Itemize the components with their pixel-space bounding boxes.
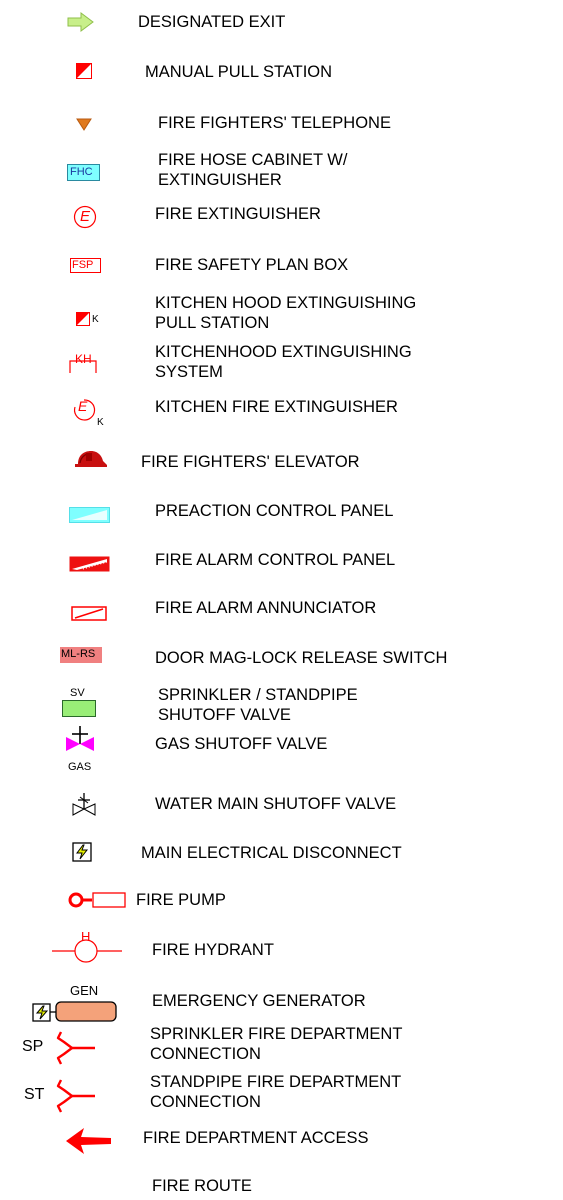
extinguisher-letter: E (80, 208, 91, 225)
label-door-maglock-switch: DOOR MAG-LOCK RELEASE SWITCH (155, 649, 448, 667)
label-kitchen-pull-line1: KITCHEN HOOD EXTINGUISHING (155, 294, 417, 312)
label-sprinkler-connection-line2: CONNECTION (150, 1045, 261, 1063)
alarm-control-panel-icon (69, 556, 110, 572)
label-gas-shutoff-valve: GAS SHUTOFF VALVE (155, 735, 328, 753)
firefighter-helmet-icon (74, 450, 108, 468)
kitchen-extinguisher-letter: E (78, 398, 88, 414)
safety-plan-text: FSP (72, 259, 94, 271)
fire-hydrant-icon: H (52, 929, 122, 963)
label-emergency-generator: EMERGENCY GENERATOR (152, 992, 366, 1010)
sprinkler-valve-text: SV (70, 687, 85, 699)
maglock-text: ML-RS (61, 648, 96, 660)
gas-valve-icon: GAS (60, 725, 100, 773)
preaction-panel-icon (69, 507, 110, 523)
kitchen-extinguisher-subscript: K (97, 417, 104, 428)
telephone-triangle-icon (76, 118, 92, 131)
hose-cabinet-icon: FHC (67, 164, 100, 181)
label-fire-alarm-annunciator: FIRE ALARM ANNUNCIATOR (155, 599, 377, 617)
generator-text: GEN (70, 983, 99, 998)
label-fire-pump: FIRE PUMP (136, 891, 226, 909)
access-arrow-icon (64, 1125, 112, 1157)
kitchen-extinguisher-icon: E K (72, 398, 104, 428)
label-fire-fighters-elevator: FIRE FIGHTERS' ELEVATOR (141, 453, 360, 471)
pull-station-icon (76, 63, 92, 79)
label-fire-department-access: FIRE DEPARTMENT ACCESS (143, 1129, 369, 1147)
label-hose-cabinet-line1: FIRE HOSE CABINET W/ (158, 151, 348, 169)
label-standpipe-connection-line2: CONNECTION (150, 1093, 261, 1111)
kitchen-hood-text: KH (75, 352, 92, 366)
kitchen-pull-subscript: K (92, 314, 99, 325)
label-kitchen-hood-line1: KITCHENHOOD EXTINGUISHING (155, 343, 412, 361)
label-kitchen-hood-line2: SYSTEM (155, 363, 223, 381)
label-hose-cabinet-line2: EXTINGUISHER (158, 171, 282, 189)
label-kitchen-fire-extinguisher: KITCHEN FIRE EXTINGUISHER (155, 398, 398, 416)
label-sprinkler-connection-line1: SPRINKLER FIRE DEPARTMENT (150, 1025, 403, 1043)
label-preaction-control-panel: PREACTION CONTROL PANEL (155, 502, 394, 520)
gas-valve-text: GAS (68, 761, 92, 773)
maglock-switch-icon: ML-RS (60, 647, 102, 663)
label-standpipe-connection-line1: STANDPIPE FIRE DEPARTMENT (150, 1073, 402, 1091)
label-fire-route: FIRE ROUTE (152, 1177, 252, 1195)
exit-arrow-icon (66, 11, 96, 33)
hydrant-letter: H (81, 929, 91, 944)
annunciator-icon (71, 606, 107, 621)
kitchen-hood-system-icon: KH (69, 352, 97, 374)
electrical-disconnect-icon (72, 842, 92, 862)
fire-pump-icon (68, 892, 126, 908)
kitchen-pull-station-icon: K (76, 312, 99, 326)
sprinkler-connection-text: SP (22, 1038, 44, 1055)
safety-plan-box-icon: FSP (70, 258, 101, 273)
label-designated-exit: DESIGNATED EXIT (138, 13, 286, 31)
label-kitchen-pull-line2: PULL STATION (155, 314, 270, 332)
label-fire-hydrant: FIRE HYDRANT (152, 941, 274, 959)
label-sprinkler-valve-line2: SHUTOFF VALVE (158, 706, 291, 724)
extinguisher-icon: E (73, 205, 97, 229)
label-fire-safety-plan-box: FIRE SAFETY PLAN BOX (155, 256, 349, 274)
label-fire-fighters-telephone: FIRE FIGHTERS' TELEPHONE (158, 114, 391, 132)
label-sprinkler-valve-line1: SPRINKLER / STANDPIPE (158, 686, 358, 704)
label-fire-extinguisher: FIRE EXTINGUISHER (155, 205, 321, 223)
label-main-electrical-disconnect: MAIN ELECTRICAL DISCONNECT (141, 844, 402, 862)
hose-cabinet-text: FHC (70, 166, 93, 178)
generator-icon: GEN (30, 982, 120, 1022)
label-manual-pull-station: MANUAL PULL STATION (145, 63, 333, 81)
water-valve-icon (71, 792, 97, 818)
label-fire-alarm-control-panel: FIRE ALARM CONTROL PANEL (155, 551, 396, 569)
standpipe-connection-text: ST (24, 1086, 45, 1103)
label-water-main-valve: WATER MAIN SHUTOFF VALVE (155, 795, 397, 813)
